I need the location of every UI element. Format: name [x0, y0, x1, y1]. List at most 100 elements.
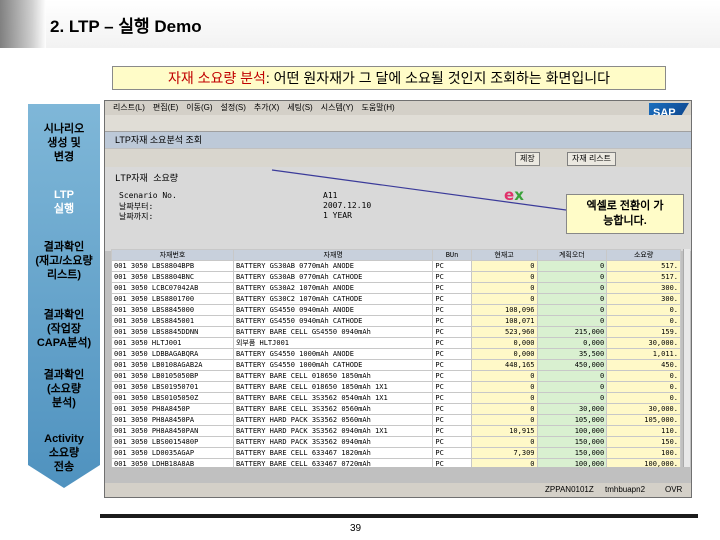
- field-value-date-to: 1 YEAR: [323, 211, 352, 220]
- table-cell: 001 3050 HLTJ001: [111, 337, 234, 349]
- column-header[interactable]: 자재번호: [111, 249, 234, 261]
- menu-item-1[interactable]: 리스트(L): [113, 103, 145, 112]
- table-cell: BATTERY GS4550 1000mAh ANODE: [232, 348, 434, 360]
- table-cell: PC: [432, 282, 472, 294]
- table-cell: 0.: [606, 381, 681, 393]
- table-row[interactable]: 001 3050 LBS0105050Z BATTERY BARE CELL 3S…: [111, 392, 681, 404]
- table-row[interactable]: 001 3050 PH8A8450PA BATTERY HARD PACK 3S3…: [111, 414, 681, 426]
- table-cell: PC: [432, 370, 472, 382]
- table-cell: BATTERY BARE CELL 018650 1850mAh 1X1: [232, 381, 434, 393]
- table-cell: PC: [432, 392, 472, 404]
- table-cell: 150,000: [536, 447, 608, 459]
- table-cell: 0: [470, 271, 538, 283]
- step-1: 시나리오 생성 및 변경: [43, 123, 85, 163]
- column-header[interactable]: 소요량: [606, 249, 681, 261]
- table-cell: PC: [432, 403, 472, 415]
- menu-item-6[interactable]: 세팅(S): [287, 103, 312, 112]
- table-row[interactable]: 001 3050 LDHB18A8AB BATTERY BARE CELL 633…: [111, 458, 681, 467]
- table-cell: 110.: [606, 425, 681, 437]
- table-row[interactable]: 001 3050 LDBBAGABQRA BATTERY GS4550 1000m…: [111, 348, 681, 360]
- field-label-date-to: 날짜까지:: [119, 212, 154, 221]
- table-row[interactable]: 001 3050 LBS01950701 BATTERY BARE CELL 01…: [111, 381, 681, 393]
- table-row[interactable]: 001 3050 HLTJ001 외부품 HLTJ001 PC 0,000 0,000 3…: [111, 337, 681, 349]
- menu-item-5[interactable]: 추가(X): [254, 103, 279, 112]
- table-row[interactable]: 001 3050 LB0108AGAB2A BATTERY GS4550 1000…: [111, 359, 681, 371]
- table-cell: 001 3050 LDBBAGABQRA: [111, 348, 234, 360]
- header-decoration: [0, 0, 46, 48]
- table-cell: 100.: [606, 447, 681, 459]
- sap-application-toolbar: 제장 자재 리스트: [105, 149, 691, 167]
- table-row[interactable]: 001 3050 LB0105050BP BATTERY BARE CELL 01…: [111, 370, 681, 382]
- table-cell: 108,096: [470, 304, 538, 316]
- table-cell: BATTERY BARE CELL 633467 1820mAh: [232, 447, 434, 459]
- table-cell: BATTERY GS4550 1000mAh CATHODE: [232, 359, 434, 371]
- table-row[interactable]: 001 3050 LBS8804BPB BATTERY GS30AB 0770mA…: [111, 260, 681, 272]
- table-cell: PC: [432, 271, 472, 283]
- table-cell: 517.: [606, 271, 681, 283]
- table-cell: 001 3050 LD0035AGAP: [111, 447, 234, 459]
- menu-item-8[interactable]: 도움말(H): [361, 103, 394, 112]
- column-header[interactable]: BUn: [432, 249, 472, 261]
- table-cell: 001 3050 LBS8845DDNN: [111, 326, 234, 338]
- table-row[interactable]: 001 3050 LBS8804BNC BATTERY GS30AB 0770mA…: [111, 271, 681, 283]
- table-cell: 0,000: [536, 337, 608, 349]
- menu-item-3[interactable]: 이동(G): [186, 103, 212, 112]
- table-cell: 0: [536, 260, 608, 272]
- table-cell: PC: [432, 359, 472, 371]
- column-header[interactable]: 현재고: [470, 249, 538, 261]
- sap-screen-title: LTP자재 소요분석 조회: [105, 132, 691, 148]
- save-button[interactable]: 제장: [515, 152, 540, 166]
- table-cell: 105,000: [536, 414, 608, 426]
- table-cell: PC: [432, 458, 472, 467]
- table-cell: 100,000: [536, 425, 608, 437]
- table-cell: 100,000: [536, 458, 608, 467]
- table-row[interactable]: 001 3050 LBS8845001 BATTERY GS4550 0940mA…: [111, 315, 681, 327]
- table-row[interactable]: 001 3050 LBS0015480P BATTERY HARD PACK 3S…: [111, 436, 681, 448]
- table-row[interactable]: 001 3050 LD0035AGAP BATTERY BARE CELL 633…: [111, 447, 681, 459]
- table-cell: 1,011.: [606, 348, 681, 360]
- table-cell: BATTERY BARE CELL 3S3562 0540mAh 1X1: [232, 392, 434, 404]
- table-cell: 001 3050 LB0105050BP: [111, 370, 234, 382]
- table-cell: 7,309: [470, 447, 538, 459]
- table-cell: 159.: [606, 326, 681, 338]
- table-cell: 0,000: [470, 337, 538, 349]
- menu-item-4[interactable]: 설정(S): [221, 103, 246, 112]
- menu-item-2[interactable]: 편집(E): [153, 103, 178, 112]
- table-cell: BATTERY GS4550 0940mAh CATHODE: [232, 315, 434, 327]
- status-server: tmhbuapn2: [605, 485, 646, 494]
- sap-status-bar: ZPPAN0101Z tmhbuapn2 OVR: [105, 483, 691, 497]
- table-row[interactable]: 001 3050 PH8A8450P BATTERY BARE CELL 3S35…: [111, 403, 681, 415]
- table-cell: 448,165: [470, 359, 538, 371]
- table-cell: BATTERY BARE CELL 633467 0720mAh: [232, 458, 434, 467]
- column-header[interactable]: 자재명: [232, 249, 434, 261]
- slide-header: 2. LTP – 실행 Demo: [0, 0, 720, 48]
- table-cell: 001 3050 LBS8845001: [111, 315, 234, 327]
- table-cell: PC: [432, 425, 472, 437]
- table-row[interactable]: 001 3050 LBS8845DDNN BATTERY BARE CELL GS…: [111, 326, 681, 338]
- table-cell: 517.: [606, 260, 681, 272]
- table-cell: 10,915: [470, 425, 538, 437]
- table-cell: 0: [470, 458, 538, 467]
- table-cell: 0: [536, 392, 608, 404]
- table-row[interactable]: 001 3050 LCBC07042AB BATTERY GS30A2 1070m…: [111, 282, 681, 294]
- field-value-date-from: 2007.12.10: [323, 201, 372, 210]
- table-cell: PC: [432, 381, 472, 393]
- table-cell: 001 3050 LBS8845000: [111, 304, 234, 316]
- field-label-scenario: Scenario No.: [119, 191, 177, 200]
- sap-window: 리스트(L) 편집(E) 이동(G) 설정(S) 추가(X) 세팅(S) 시스템(Y) 도움말…: [104, 100, 692, 498]
- table-cell: 0: [470, 370, 538, 382]
- step-2: LTP 실행: [53, 189, 75, 215]
- table-row[interactable]: 001 3050 LBS8801700 BATTERY GS30C2 1070mA…: [111, 293, 681, 305]
- table-row[interactable]: 001 3050 LBS8845000 BATTERY GS4550 0940mA…: [111, 304, 681, 316]
- table-row[interactable]: 001 3050 PH8A8450PAN BATTERY HARD PACK 3S…: [111, 425, 681, 437]
- slide-title: 2. LTP – 실행 Demo: [50, 17, 202, 36]
- column-header[interactable]: 계획오더: [536, 249, 608, 261]
- table-cell: PC: [432, 436, 472, 448]
- table-cell: 0: [470, 403, 538, 415]
- material-list-button[interactable]: 자재 리스트: [567, 152, 617, 166]
- grid-scrollbar[interactable]: [683, 249, 690, 467]
- menu-item-7[interactable]: 시스템(Y): [321, 103, 354, 112]
- table-cell: 0: [536, 370, 608, 382]
- step-3: 결과확인 (재고/소요량 리스트): [35, 241, 93, 281]
- table-cell: 0: [536, 271, 608, 283]
